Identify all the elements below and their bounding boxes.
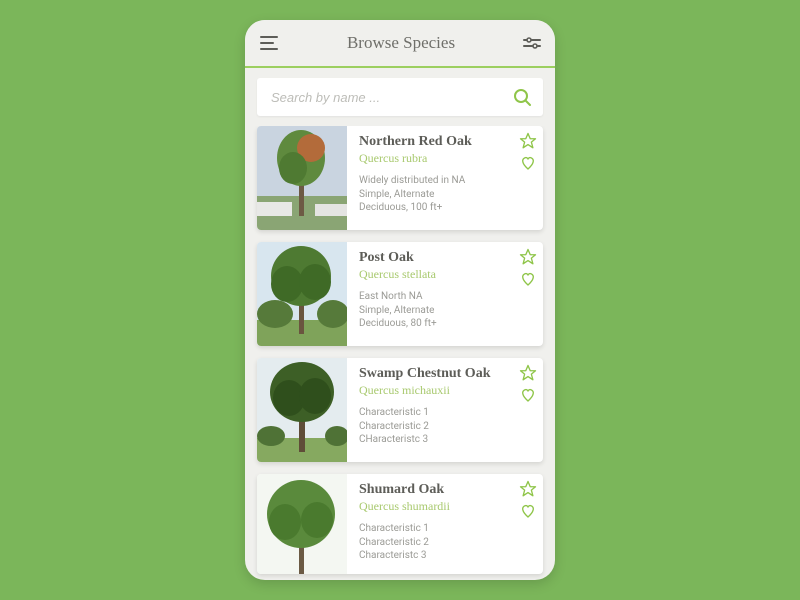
species-list: Northern Red Oak Quercus rubra Widely di… [245, 126, 555, 580]
star-icon[interactable] [519, 248, 537, 266]
card-actions [519, 248, 537, 288]
char-line: Characteristic 2 [359, 420, 537, 434]
heart-icon[interactable] [519, 154, 537, 172]
char-line: Characteristic 1 [359, 522, 537, 536]
species-thumb [257, 474, 347, 574]
char-line: Simple, Alternate [359, 188, 537, 202]
filter-icon[interactable] [523, 36, 541, 50]
page-title: Browse Species [347, 33, 455, 53]
species-thumb [257, 126, 347, 230]
species-info: Post Oak Quercus stellata East North NA … [347, 242, 543, 346]
char-line: Characteristic 1 [359, 406, 537, 420]
species-name: Shumard Oak [359, 482, 537, 498]
char-line: Deciduous, 80 ft+ [359, 317, 537, 331]
species-card[interactable]: Post Oak Quercus stellata East North NA … [257, 242, 543, 346]
menu-icon[interactable] [259, 35, 279, 51]
char-line: CHaracteristc 3 [359, 433, 537, 447]
char-line: Characteristic 2 [359, 536, 537, 550]
char-line: Characteristc 3 [359, 549, 537, 563]
species-characteristics: Characteristic 1 Characteristic 2 CHarac… [359, 406, 537, 447]
char-line: Deciduous, 100 ft+ [359, 201, 537, 215]
species-name: Northern Red Oak [359, 134, 537, 150]
star-icon[interactable] [519, 480, 537, 498]
species-characteristics: Characteristic 1 Characteristic 2 Charac… [359, 522, 537, 563]
search-bar[interactable] [257, 78, 543, 116]
heart-icon[interactable] [519, 386, 537, 404]
species-characteristics: Widely distributed in NA Simple, Alterna… [359, 174, 537, 215]
species-card[interactable]: Swamp Chestnut Oak Quercus michauxii Cha… [257, 358, 543, 462]
species-card[interactable]: Northern Red Oak Quercus rubra Widely di… [257, 126, 543, 230]
star-icon[interactable] [519, 364, 537, 382]
species-latin: Quercus shumardii [359, 499, 537, 514]
species-latin: Quercus stellata [359, 267, 537, 282]
species-name: Swamp Chestnut Oak [359, 366, 537, 382]
species-card[interactable]: Shumard Oak Quercus shumardii Characteri… [257, 474, 543, 574]
card-actions [519, 132, 537, 172]
char-line: Simple, Alternate [359, 304, 537, 318]
card-actions [519, 364, 537, 404]
species-thumb [257, 242, 347, 346]
star-icon[interactable] [519, 132, 537, 150]
card-actions [519, 480, 537, 520]
char-line: East North NA [359, 290, 537, 304]
char-line: Widely distributed in NA [359, 174, 537, 188]
species-latin: Quercus michauxii [359, 383, 537, 398]
search-icon[interactable] [511, 86, 533, 108]
species-thumb [257, 358, 347, 462]
species-latin: Quercus rubra [359, 151, 537, 166]
app-frame: Browse Species [245, 20, 555, 580]
header: Browse Species [245, 20, 555, 66]
search-input[interactable] [271, 90, 511, 105]
species-info: Shumard Oak Quercus shumardii Characteri… [347, 474, 543, 574]
heart-icon[interactable] [519, 270, 537, 288]
species-info: Northern Red Oak Quercus rubra Widely di… [347, 126, 543, 230]
species-name: Post Oak [359, 250, 537, 266]
species-characteristics: East North NA Simple, Alternate Deciduou… [359, 290, 537, 331]
accent-divider [245, 66, 555, 68]
species-info: Swamp Chestnut Oak Quercus michauxii Cha… [347, 358, 543, 462]
heart-icon[interactable] [519, 502, 537, 520]
